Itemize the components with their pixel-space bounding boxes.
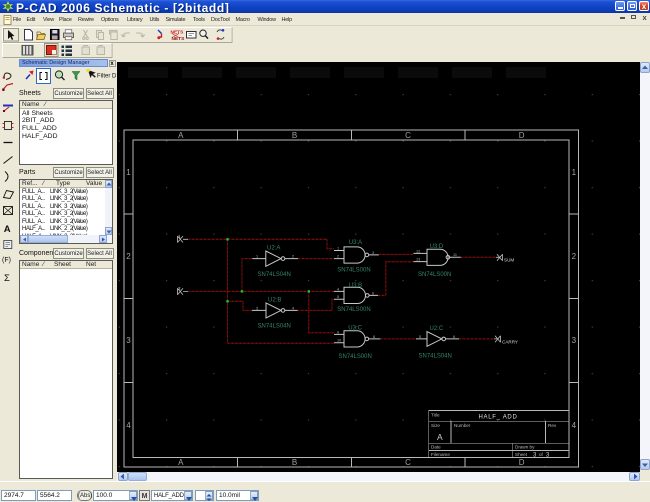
svg-text:A: A	[437, 432, 443, 442]
svg-text:3: 3	[372, 251, 374, 255]
svg-text:Filename: Filename	[431, 452, 450, 457]
svg-text:A: A	[178, 458, 184, 467]
svg-text:Size: Size	[431, 423, 440, 428]
svg-text:1: 1	[126, 168, 131, 177]
svg-text:2: 2	[126, 252, 131, 261]
svg-text:Filter D: Filter D	[97, 74, 116, 80]
svg-text:6: 6	[372, 291, 374, 295]
svg-text:D: D	[519, 131, 525, 140]
svg-text:SN74LS04N: SN74LS04N	[419, 354, 452, 360]
svg-text:12: 12	[416, 249, 420, 253]
svg-text:SN74LS04N: SN74LS04N	[258, 272, 291, 278]
svg-text:Drawn by: Drawn by	[515, 445, 535, 450]
svg-text:SN74LS00N: SN74LS00N	[339, 354, 372, 360]
svg-text:2: 2	[337, 255, 339, 259]
svg-text:U2:A: U2:A	[267, 246, 280, 252]
svg-text:Rev: Rev	[548, 423, 557, 428]
svg-text:C: C	[405, 131, 411, 140]
svg-text:SN74LS04N: SN74LS04N	[258, 324, 291, 330]
svg-text:1: 1	[178, 234, 181, 239]
svg-text:U2:B: U2:B	[268, 297, 281, 303]
svg-text:Date: Date	[431, 445, 441, 450]
svg-text:13: 13	[416, 258, 420, 262]
svg-text:6: 6	[453, 335, 455, 339]
svg-text:1: 1	[256, 255, 258, 259]
svg-text:Σ: Σ	[4, 273, 10, 284]
svg-text:B: B	[292, 458, 297, 467]
svg-text:11: 11	[453, 253, 457, 257]
svg-text:HALF_ ADD: HALF_ ADD	[479, 415, 518, 421]
svg-text:3: 3	[572, 336, 577, 345]
svg-text:U3:B: U3:B	[349, 283, 362, 289]
svg-text:SUM: SUM	[504, 258, 514, 263]
svg-text:5: 5	[419, 335, 421, 339]
svg-text:U3:D: U3:D	[430, 244, 444, 250]
svg-text:1: 1	[572, 168, 577, 177]
svg-text:SN74LS00N: SN74LS00N	[337, 307, 370, 313]
svg-text:2: 2	[292, 255, 294, 259]
svg-text:8: 8	[373, 335, 375, 339]
svg-text:4: 4	[292, 306, 294, 310]
svg-text:3: 3	[256, 306, 258, 310]
svg-text:1: 1	[337, 246, 339, 250]
svg-text:CARRY: CARRY	[502, 340, 518, 345]
svg-text:A: A	[178, 131, 184, 140]
svg-text:U2:C: U2:C	[430, 326, 444, 332]
svg-text:Number: Number	[454, 423, 471, 428]
svg-text:2: 2	[178, 286, 181, 291]
svg-text:C: C	[405, 458, 411, 467]
svg-text:10: 10	[337, 339, 341, 343]
svg-text:4: 4	[337, 287, 339, 291]
svg-text:4: 4	[126, 421, 131, 430]
svg-text:U3:A: U3:A	[349, 240, 362, 246]
svg-text:(F): (F)	[2, 257, 11, 264]
svg-text:SN74LS00N: SN74LS00N	[418, 272, 451, 278]
svg-text:5: 5	[337, 295, 339, 299]
svg-text:Title: Title	[431, 413, 440, 418]
svg-text:Sheet: Sheet	[515, 452, 528, 457]
svg-text:2: 2	[572, 252, 577, 261]
svg-text:4: 4	[572, 421, 577, 430]
svg-text:A: A	[4, 224, 11, 235]
svg-text:9: 9	[337, 330, 339, 334]
svg-text:3: 3	[126, 336, 131, 345]
svg-text:B: B	[292, 131, 297, 140]
svg-text:U3:C: U3:C	[348, 325, 362, 331]
svg-text:SN74LS00N: SN74LS00N	[337, 268, 370, 274]
svg-text:D: D	[519, 458, 525, 467]
